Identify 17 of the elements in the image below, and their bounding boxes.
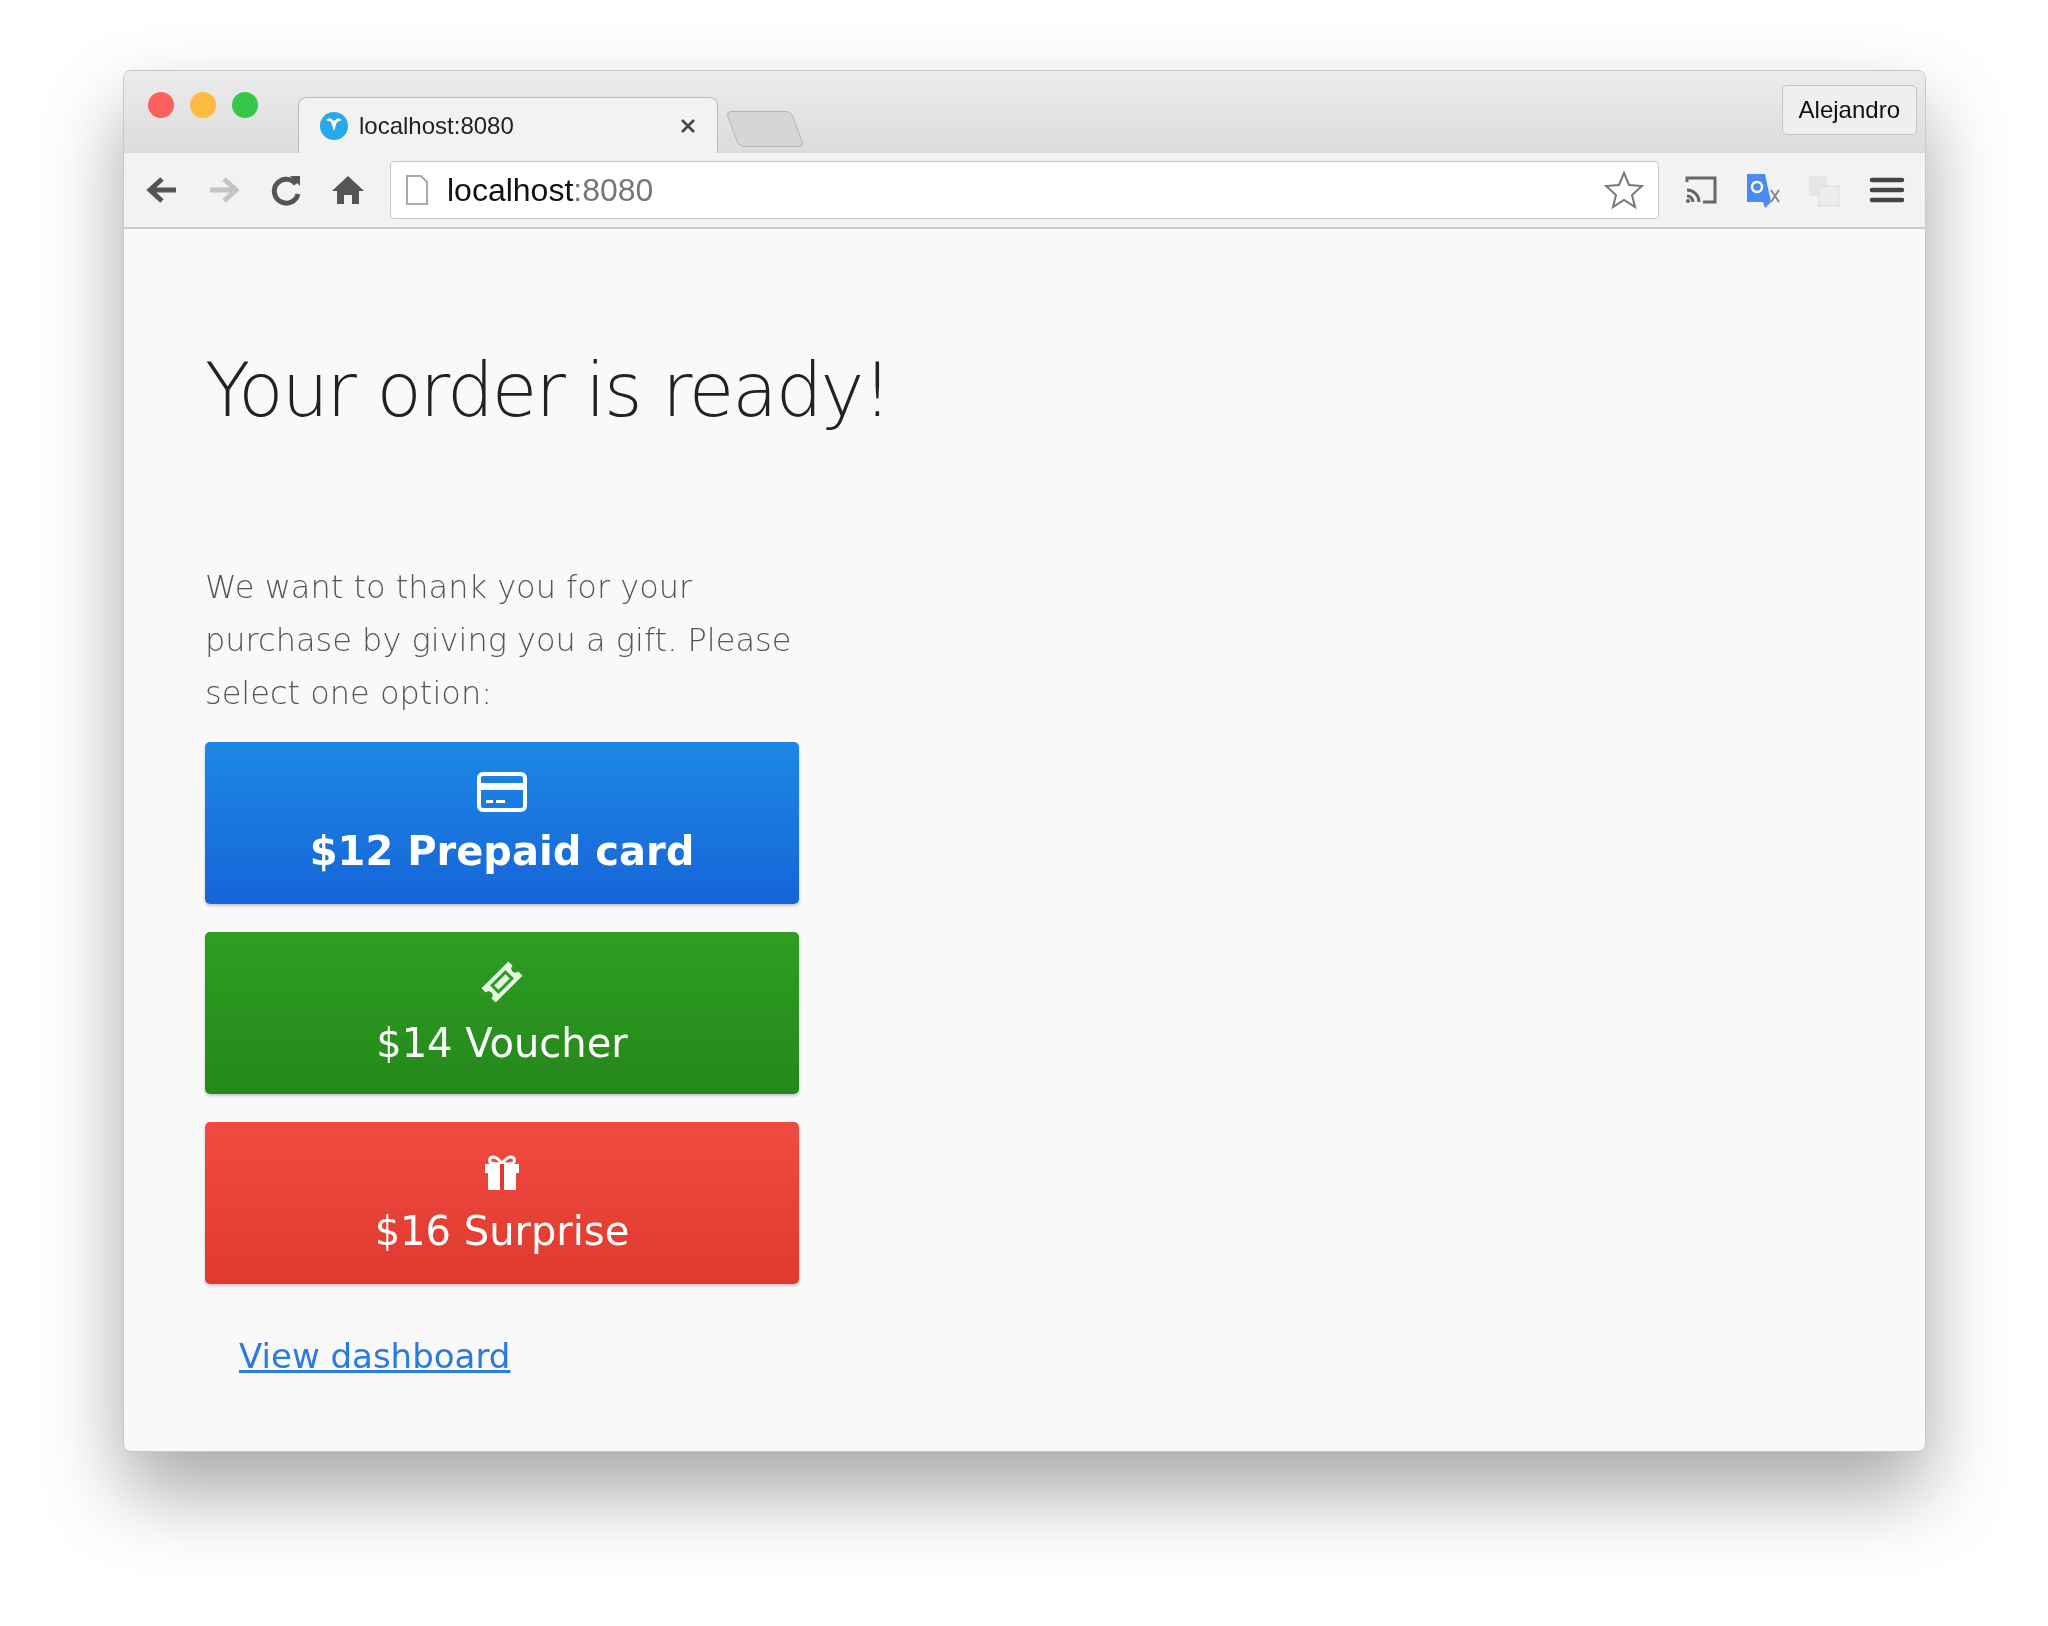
page-heading: Your order is ready! (205, 347, 892, 433)
close-window-button[interactable] (148, 92, 174, 118)
tab-title: localhost:8080 (359, 111, 515, 140)
profile-button[interactable]: Alejandro (1781, 85, 1917, 135)
page-icon (405, 174, 429, 206)
intro-text: We want to thank you for your purchase by giving you a gift. Please select one option: (205, 567, 793, 714)
dashboard-link[interactable]: View dashboard (239, 1336, 511, 1376)
gift-option-button[interactable]: $16 Surprise (205, 1122, 799, 1284)
credit-card-icon (477, 772, 527, 812)
favicon-icon (319, 110, 349, 141)
ticket-icon (479, 960, 525, 1004)
gift-option-button[interactable]: $14 Voucher (205, 932, 799, 1094)
star-icon[interactable] (1604, 170, 1644, 210)
gift-option-button[interactable]: $12 Prepaid card (205, 742, 799, 904)
address-bar[interactable]: localhost:8080 (390, 161, 1659, 219)
close-icon[interactable] (679, 116, 697, 135)
browser-tab[interactable]: localhost:8080 (298, 97, 718, 153)
